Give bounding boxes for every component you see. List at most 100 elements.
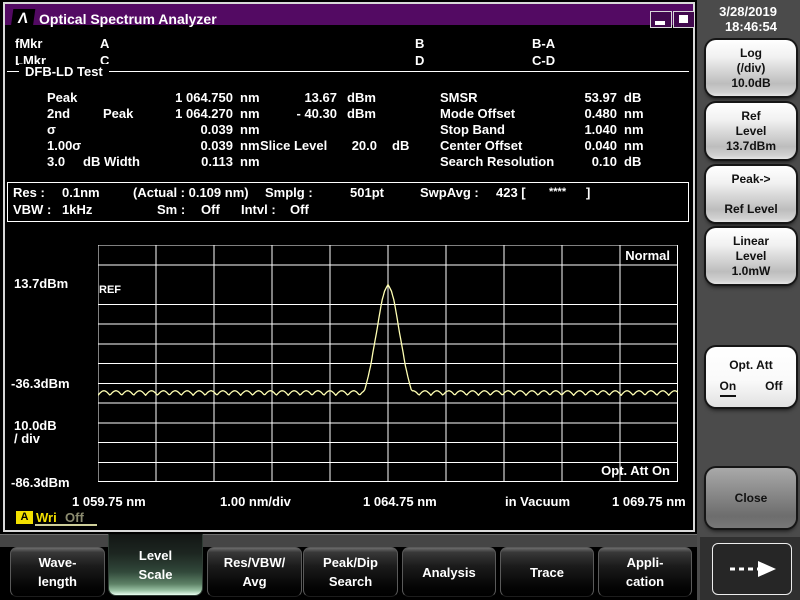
osa-screen: { "titlebar": { "title": "Optical Spectr… [0,0,800,600]
db-width-unit: nm [240,154,260,169]
date: 3/28/2019 [697,4,777,19]
trace-state-underline [35,524,97,526]
section-divider [7,71,689,72]
smsr-value: 53.97 [552,90,617,105]
menu-trace[interactable]: Trace [500,547,594,597]
menu-next-page-button[interactable] [712,543,792,595]
one-sigma-value: 0.039 [140,138,233,153]
search-resolution-unit: dB [624,154,641,169]
menu-application[interactable]: Appli-cation [598,547,692,597]
menu-res-vbw-avg[interactable]: Res/VBW/Avg [207,547,302,597]
menu-wavelength[interactable]: Wave-length [10,547,105,597]
swpavg-bracket: ] [586,185,590,200]
db-width-label: 3.0 [47,154,65,169]
spectrum-chart [98,245,678,482]
stop-band-label: Stop Band [440,122,505,137]
x-axis-medium-label: in Vacuum [505,494,570,509]
softkey-opt-att-toggle[interactable]: Opt. Att On Off [706,347,796,407]
menu-peak-dip-search[interactable]: Peak/DipSearch [303,547,398,597]
maximize-icon [679,15,688,23]
x-axis-start-label: 1 059.75 nm [72,494,146,509]
res-actual: (Actual : 0.109 nm) [133,185,249,200]
one-sigma-label: 1.00σ [47,138,81,153]
second-peak-level: - 40.30 [272,106,337,121]
softkey-log-per-div[interactable]: Log (/div) 10.0dB [706,40,796,96]
anritsu-logo-icon: Λ [11,9,36,28]
intvl-label: Intvl : [241,202,276,217]
y-axis-mid-label: -36.3dBm [11,376,70,391]
opt-att-indicator: Opt. Att On [558,463,670,478]
window-title: Optical Spectrum Analyzer [39,11,217,27]
db-width-label2: dB Width [83,154,140,169]
one-sigma-unit: nm [240,138,260,153]
maximize-button[interactable] [673,11,695,28]
search-resolution-value: 0.10 [552,154,617,169]
ref-line-marker: REF [99,284,121,297]
db-width-value: 0.113 [140,154,233,169]
smsr-unit: dB [624,90,641,105]
smplg-label: Smplg : [265,185,313,200]
center-offset-value: 0.040 [552,138,617,153]
window-titlebar: Λ Optical Spectrum Analyzer [5,4,693,25]
second-peak-label2: Peak [103,106,133,121]
vbw-value: 1kHz [62,202,92,217]
softkey-peak-to-ref-level[interactable]: Peak-> Ref Level [706,166,796,222]
peak-label: Peak [47,90,77,105]
trace-memory-badge: A [16,511,33,524]
peak-wavelength: 1 064.750 [140,90,233,105]
smsr-label: SMSR [440,90,478,105]
center-offset-label: Center Offset [440,138,522,153]
minimize-button[interactable] [650,11,672,28]
search-resolution-label: Search Resolution [440,154,554,169]
softkey-ref-level[interactable]: Ref Level 13.7dBm [706,103,796,159]
softkey-linear-level[interactable]: Linear Level 1.0mW [706,228,796,284]
marker-b: B [415,36,424,51]
smplg-value: 501pt [350,185,384,200]
peak-level-unit: dBm [347,90,376,105]
swpavg-value: 423 [ [496,185,526,200]
second-peak-wavelength-unit: nm [240,106,260,121]
y-axis-ref-label: 13.7dBm [14,276,68,291]
res-value: 0.1nm [62,185,100,200]
stop-band-value: 1.040 [552,122,617,137]
marker-b-a: B-A [532,36,555,51]
marker-d: D [415,53,424,68]
minimize-icon [655,21,665,25]
y-axis-bottom-label: -86.3dBm [11,475,70,490]
sigma-value: 0.039 [140,122,233,137]
x-axis-div-label: 1.00 nm/div [220,494,291,509]
trace-write-mode: Wri [36,510,57,525]
peak-wavelength-unit: nm [240,90,260,105]
test-name: DFB-LD Test [19,64,109,79]
swpavg-stars: **** [549,186,566,199]
x-axis-end-label: 1 069.75 nm [612,494,686,509]
clock: 3/28/2019 18:46:54 [697,4,777,34]
stop-band-unit: nm [624,122,644,137]
vbw-label: VBW : [13,202,51,217]
menu-level-scale[interactable]: LevelScale [108,534,203,596]
sigma-unit: nm [240,122,260,137]
slice-level-label: Slice Level [260,138,327,153]
slice-level-value: 20.0 [330,138,377,153]
second-peak-wavelength: 1 064.270 [140,106,233,121]
sm-label: Sm : [157,202,185,217]
mode-offset-value: 0.480 [552,106,617,121]
sigma-label: σ [47,122,56,137]
sm-value: Off [201,202,220,217]
softkey-close[interactable]: Close [706,468,796,528]
center-offset-unit: nm [624,138,644,153]
slice-level-unit: dB [392,138,409,153]
opt-att-off-option[interactable]: Off [765,379,782,397]
opt-att-on-option[interactable]: On [720,379,737,397]
marker-c-d: C-D [532,53,555,68]
time: 18:46:54 [697,19,777,34]
menu-analysis[interactable]: Analysis [402,547,496,597]
mode-offset-unit: nm [624,106,644,121]
mode-offset-label: Mode Offset [440,106,515,121]
y-axis-scale-label2: / div [14,431,40,446]
swpavg-label: SwpAvg : [420,185,479,200]
x-axis-center-label: 1 064.75 nm [363,494,437,509]
second-peak-label: 2nd [47,106,70,121]
trace-mode-indicator: Normal [560,248,670,263]
fmkr-label: fMkr [15,36,42,51]
